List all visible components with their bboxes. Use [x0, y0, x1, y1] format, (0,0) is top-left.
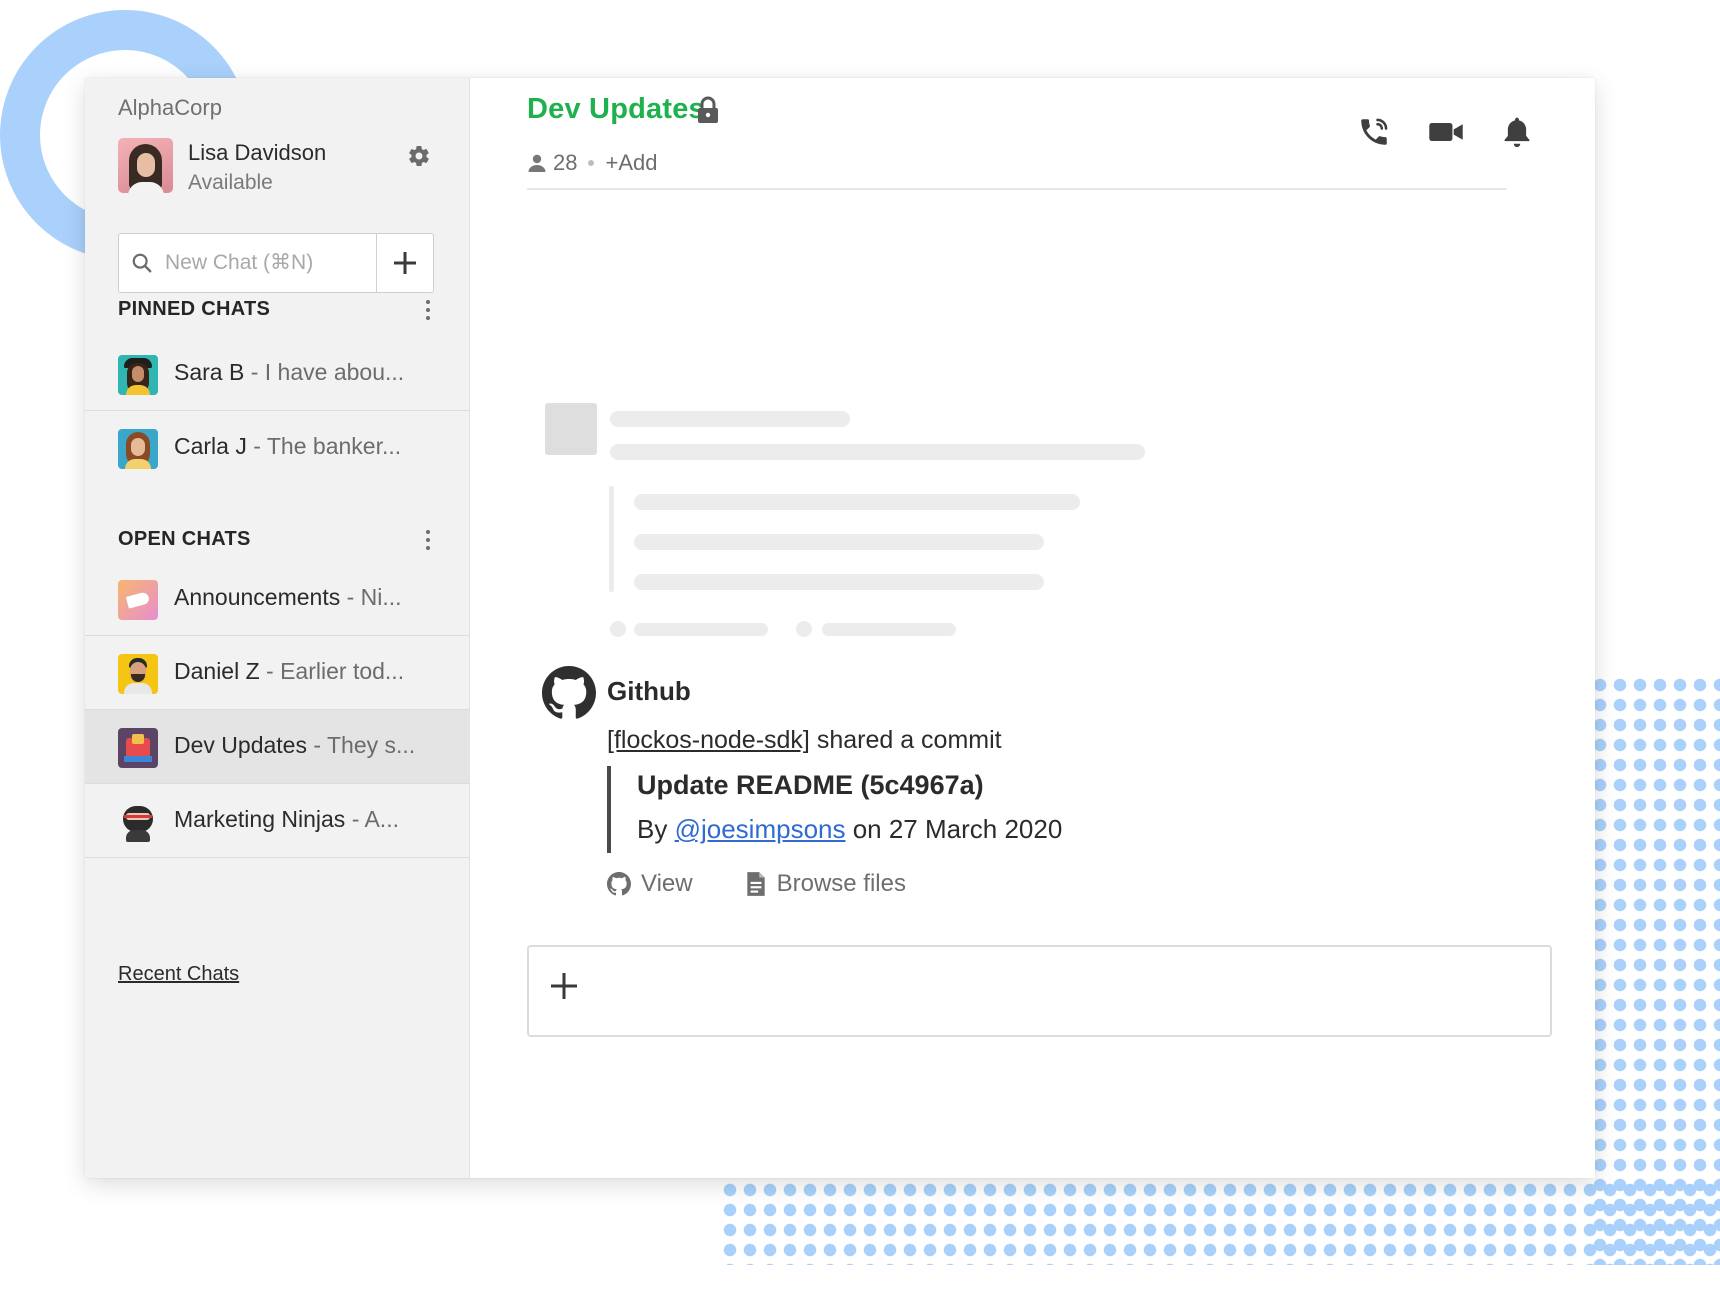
open-chat-daniel[interactable]: Daniel Z - Earlier tod...	[85, 636, 470, 710]
chat-name: Daniel Z	[174, 658, 260, 684]
view-label: View	[641, 870, 693, 897]
sidebar: AlphaCorp Lisa Davidson Available New Ch…	[85, 78, 470, 1178]
person-icon	[528, 154, 546, 172]
avatar	[118, 138, 173, 193]
message-action: shared a commit	[809, 726, 1002, 754]
open-chats-header: OPEN CHATS	[118, 528, 251, 550]
pinned-chat-carla[interactable]: Carla J - The banker...	[85, 411, 470, 485]
commit-title: Update README (5c4967a)	[637, 770, 984, 800]
chat-preview: - Earlier tod...	[266, 658, 405, 684]
browse-files-button[interactable]: Browse files	[745, 870, 906, 898]
message-text: [flockos-node-sdk] shared a commit	[607, 726, 1002, 755]
avatar	[118, 654, 158, 694]
channel-members[interactable]: 28 +Add	[527, 150, 657, 176]
pinned-chats-header: PINNED CHATS	[118, 298, 271, 320]
user-status: Available	[188, 171, 273, 194]
plus-icon[interactable]	[549, 971, 579, 1001]
chat-name: Sara B	[174, 359, 245, 385]
message-actions: View Browse files	[607, 870, 958, 898]
pinned-chat-sara[interactable]: Sara B - I have abou...	[85, 337, 470, 411]
phone-icon[interactable]	[1357, 115, 1391, 149]
channel-main: Dev Updates 28 +Add Github [flockos-node…	[470, 78, 1595, 1178]
bell-icon[interactable]	[1501, 115, 1533, 149]
plus-icon	[394, 252, 416, 274]
decorative-dots-right	[1590, 675, 1720, 1265]
message-composer[interactable]	[527, 945, 1552, 1037]
separator-dot	[588, 160, 595, 166]
open-chat-dev-updates[interactable]: Dev Updates - They s...	[85, 710, 470, 784]
decorative-dots-bottom	[720, 1180, 1720, 1265]
add-member-link[interactable]: +Add	[605, 150, 657, 176]
open-kebab-icon[interactable]	[425, 530, 431, 554]
chat-preview: - They s...	[313, 732, 416, 758]
repo-link[interactable]: [flockos-node-sdk]	[607, 726, 810, 754]
gear-icon[interactable]	[407, 144, 431, 168]
github-icon	[607, 872, 631, 896]
file-icon	[746, 872, 765, 896]
search-icon	[132, 253, 152, 273]
pinned-kebab-icon[interactable]	[425, 300, 431, 324]
chat-preview: - Ni...	[346, 584, 402, 610]
avatar	[118, 355, 158, 395]
lock-icon	[698, 96, 718, 123]
user-name: Lisa Davidson	[188, 140, 327, 165]
browse-files-label: Browse files	[776, 870, 906, 897]
chat-preview: - A...	[351, 806, 399, 832]
search-input[interactable]	[165, 247, 355, 279]
commit-byline: By @joesimpsons on 27 March 2020	[637, 814, 1062, 845]
megaphone-icon	[118, 580, 158, 620]
user-profile[interactable]: Lisa Davidson Available	[118, 138, 438, 198]
chat-name: Dev Updates	[174, 732, 307, 758]
ninja-icon	[118, 802, 158, 842]
avatar	[118, 429, 158, 469]
github-icon	[542, 666, 596, 719]
view-button[interactable]: View	[607, 870, 693, 898]
chat-name: Announcements	[174, 584, 341, 610]
open-chat-marketing-ninjas[interactable]: Marketing Ninjas - A...	[85, 784, 470, 858]
commit-date: on 27 March 2020	[845, 814, 1063, 844]
chat-name: Carla J	[174, 433, 247, 459]
header-actions	[1357, 115, 1533, 149]
app-window: AlphaCorp Lisa Davidson Available New Ch…	[85, 78, 1595, 1178]
org-name: AlphaCorp	[118, 95, 222, 120]
recent-chats-link[interactable]: Recent Chats	[118, 963, 239, 986]
member-count: 28	[553, 150, 578, 175]
message-sender: Github	[607, 676, 691, 706]
avatar	[118, 728, 158, 768]
new-chat-search	[118, 233, 434, 293]
open-chat-announcements[interactable]: Announcements - Ni...	[85, 562, 470, 636]
by-prefix: By	[637, 814, 675, 844]
author-link[interactable]: @joesimpsons	[675, 814, 846, 844]
channel-title: Dev Updates	[527, 93, 705, 125]
commit-attachment: Update README (5c4967a) By @joesimpsons …	[607, 766, 1062, 853]
search-field[interactable]	[119, 234, 377, 292]
chat-name: Marketing Ninjas	[174, 806, 346, 832]
video-icon[interactable]	[1428, 115, 1464, 149]
chat-preview: - The banker...	[253, 433, 402, 459]
chat-preview: - I have abou...	[250, 359, 405, 385]
header-divider	[527, 188, 1507, 190]
new-chat-button[interactable]	[377, 234, 433, 292]
